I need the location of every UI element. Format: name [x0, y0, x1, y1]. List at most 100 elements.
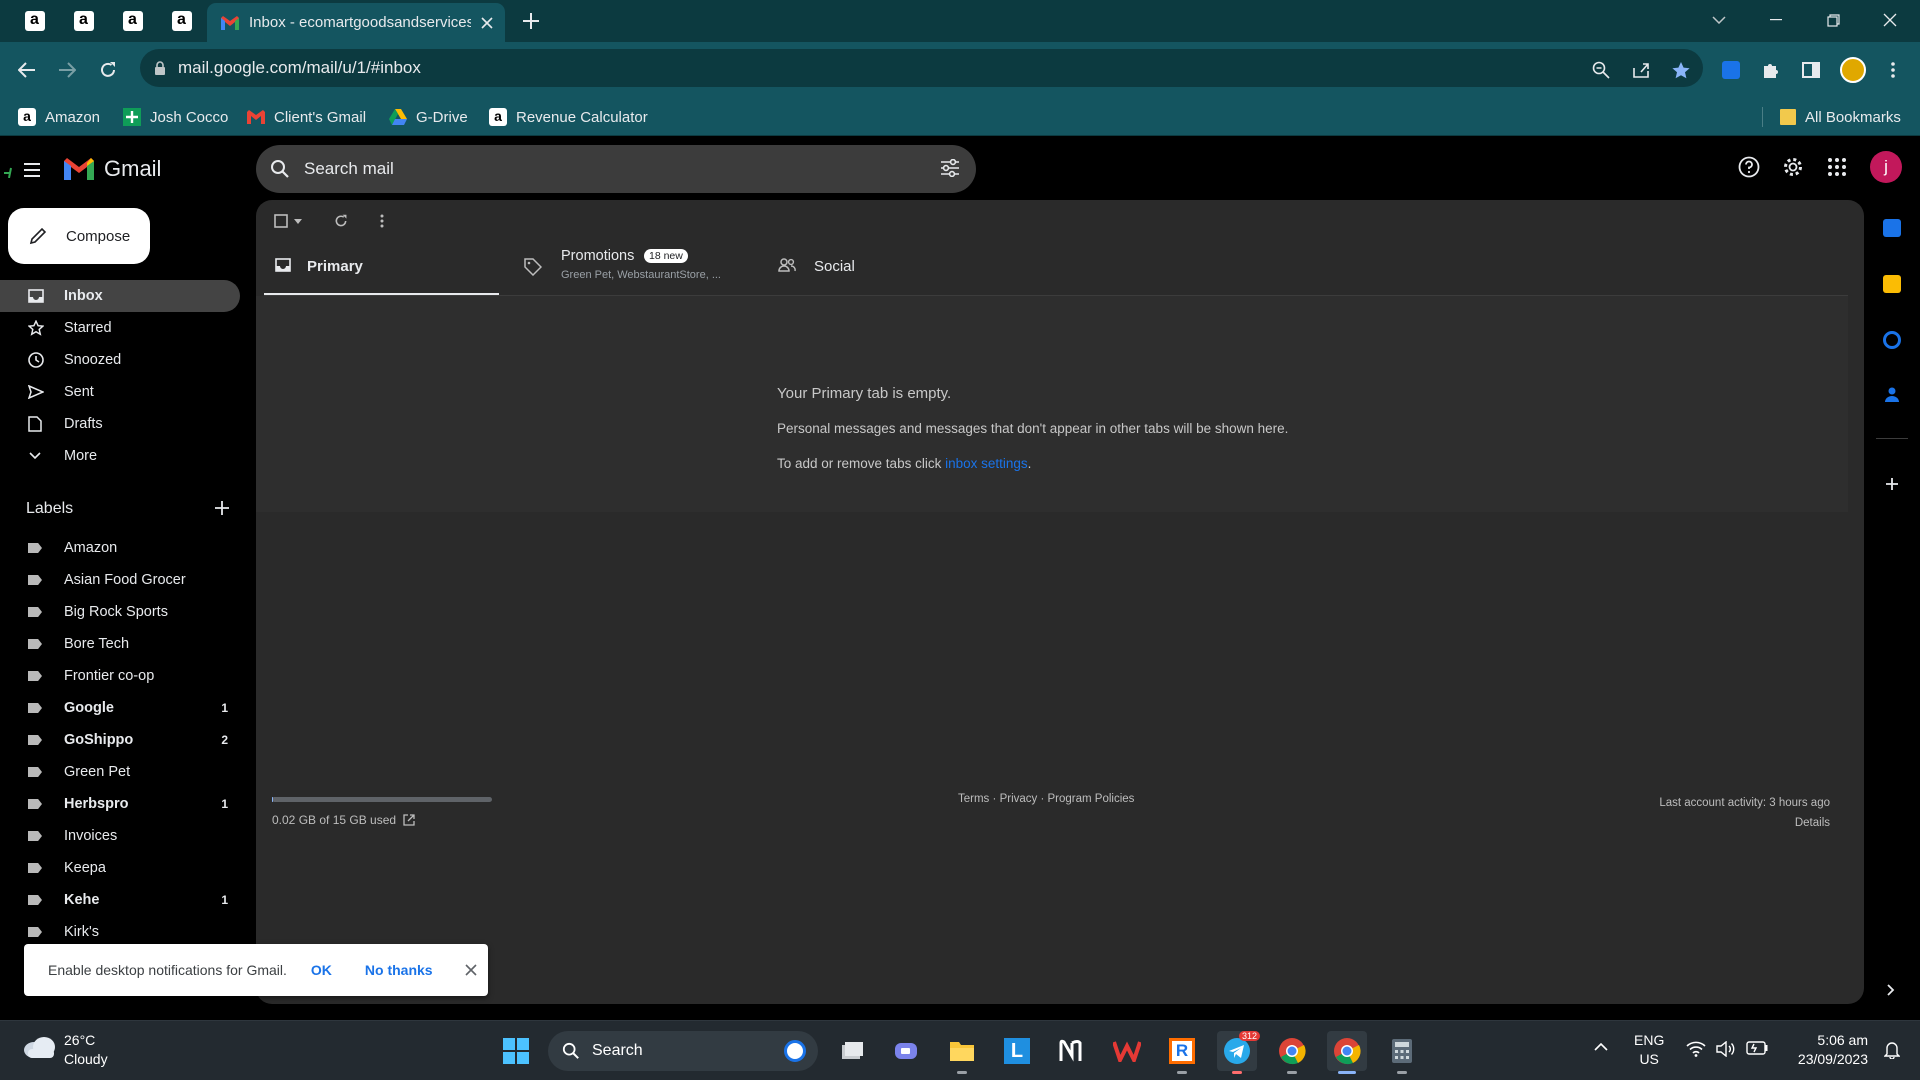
toast-no-thanks-button[interactable]: No thanks	[365, 962, 433, 978]
program-policies-link[interactable]: Program Policies	[1048, 793, 1135, 805]
tab-search-icon[interactable]	[1696, 0, 1742, 40]
apps-grid-icon[interactable]	[1828, 158, 1846, 176]
chrome-profile-2-icon[interactable]	[1327, 1031, 1367, 1074]
wps-office-icon[interactable]	[1107, 1031, 1147, 1071]
sidebar-item-starred[interactable]: Starred	[0, 312, 240, 344]
select-all-checkbox[interactable]	[274, 214, 302, 228]
battery-icon[interactable]	[1746, 1041, 1768, 1055]
back-icon[interactable]	[10, 53, 44, 87]
lock-icon[interactable]	[154, 60, 166, 76]
get-addons-icon[interactable]	[1885, 477, 1899, 491]
gmail-logo[interactable]: Gmail	[64, 156, 161, 182]
file-explorer-icon[interactable]	[942, 1031, 982, 1074]
task-view-icon[interactable]	[832, 1031, 872, 1071]
side-panel-icon[interactable]	[1794, 53, 1828, 87]
calculator-icon[interactable]	[1382, 1031, 1422, 1074]
bookmark-amazon[interactable]: a Amazon	[18, 98, 100, 136]
wifi-icon[interactable]	[1686, 1041, 1706, 1057]
label-item[interactable]: Google 1	[0, 692, 240, 724]
puzzle-extensions-icon[interactable]	[1754, 53, 1788, 87]
label-item[interactable]: Asian Food Grocer	[0, 564, 240, 596]
tab-social[interactable]: Social	[770, 240, 1010, 296]
inbox-settings-link[interactable]: inbox settings	[945, 456, 1028, 471]
search-input[interactable]: Search mail	[304, 159, 394, 179]
tab-primary[interactable]: Primary	[264, 240, 499, 296]
reload-icon[interactable]	[91, 53, 125, 87]
bookmark-g-drive[interactable]: G-Drive	[389, 98, 468, 136]
share-icon[interactable]	[1624, 53, 1658, 87]
label-item[interactable]: Amazon	[0, 532, 240, 564]
open-in-new-icon[interactable]	[403, 814, 415, 826]
show-hidden-icons-icon[interactable]	[1594, 1043, 1608, 1051]
pinned-tab-amazon-1[interactable]: a	[10, 0, 59, 42]
details-link[interactable]: Details	[1659, 813, 1830, 833]
bookmark-clients-gmail[interactable]: Client's Gmail	[247, 98, 366, 136]
sidebar-item-snoozed[interactable]: Snoozed	[0, 344, 240, 376]
contacts-icon[interactable]	[1885, 387, 1899, 403]
restore-icon[interactable]	[1810, 0, 1856, 40]
terms-link[interactable]: Terms	[958, 793, 989, 805]
search-bar[interactable]: Search mail	[256, 145, 976, 193]
volume-icon[interactable]	[1716, 1041, 1736, 1057]
l-app-icon[interactable]: L	[997, 1031, 1037, 1071]
refresh-icon[interactable]	[334, 214, 348, 228]
label-item[interactable]: Frontier co-op	[0, 660, 240, 692]
teams-chat-icon[interactable]	[886, 1031, 926, 1071]
search-options-icon[interactable]	[940, 159, 960, 177]
minimize-icon[interactable]	[1753, 0, 1799, 40]
r-app-icon[interactable]: R	[1162, 1031, 1202, 1074]
label-item[interactable]: Bore Tech	[0, 628, 240, 660]
toast-close-icon[interactable]	[465, 964, 477, 976]
start-button[interactable]	[496, 1031, 536, 1071]
label-item[interactable]: Green Pet	[0, 756, 240, 788]
zoom-icon[interactable]	[1584, 53, 1618, 87]
clock[interactable]: 5:06 am 23/09/2023	[1782, 1031, 1868, 1069]
taskbar-search[interactable]: Search	[548, 1031, 818, 1071]
label-item[interactable]: Invoices	[0, 820, 240, 852]
settings-gear-icon[interactable]	[1782, 156, 1804, 178]
tab-promotions[interactable]: Promotions 18 new Green Pet, Webstaurant…	[516, 240, 756, 296]
address-bar[interactable]: mail.google.com/mail/u/1/#inbox	[140, 49, 1703, 87]
label-item[interactable]: Kehe 1	[0, 884, 240, 916]
weather-widget[interactable]: 26°C Cloudy	[64, 1031, 108, 1069]
calendar-icon[interactable]	[1883, 219, 1901, 237]
notification-bell-icon[interactable]	[1884, 1041, 1900, 1059]
privacy-link[interactable]: Privacy	[1000, 793, 1038, 805]
sidebar-item-more[interactable]: More	[0, 440, 240, 472]
chrome-menu-icon[interactable]	[1876, 53, 1910, 87]
close-window-icon[interactable]	[1867, 0, 1913, 40]
search-icon[interactable]	[270, 159, 290, 179]
label-item[interactable]: GoShippo 2	[0, 724, 240, 756]
forward-icon[interactable]	[50, 53, 84, 87]
pinned-tab-amazon-2[interactable]: a	[59, 0, 108, 42]
profile-avatar-icon[interactable]	[1836, 53, 1870, 87]
toast-ok-button[interactable]: OK	[311, 962, 332, 978]
new-tab-icon[interactable]	[520, 10, 542, 32]
bookmark-revenue-calculator[interactable]: a Revenue Calculator	[489, 98, 648, 136]
chrome-profile-1-icon[interactable]	[1272, 1031, 1312, 1074]
pinned-tab-amazon-3[interactable]: a	[108, 0, 157, 42]
sidebar-item-drafts[interactable]: Drafts	[0, 408, 240, 440]
weather-cloud-icon[interactable]	[22, 1035, 56, 1059]
input-language[interactable]: ENG US	[1634, 1031, 1664, 1069]
expand-panel-icon[interactable]	[1887, 984, 1895, 996]
bookmark-star-icon[interactable]	[1664, 53, 1698, 87]
pinned-tab-amazon-4[interactable]: a	[157, 0, 206, 42]
compose-button[interactable]: Compose	[8, 208, 150, 264]
tasks-icon[interactable]	[1883, 331, 1901, 349]
help-icon[interactable]	[1738, 156, 1760, 178]
keep-icon[interactable]	[1883, 275, 1901, 293]
label-item[interactable]: Keepa	[0, 852, 240, 884]
all-bookmarks-folder[interactable]: All Bookmarks	[1780, 98, 1901, 136]
label-item[interactable]: Big Rock Sports	[0, 596, 240, 628]
sidebar-item-sent[interactable]: Sent	[0, 376, 240, 408]
add-label-icon[interactable]	[214, 500, 230, 516]
bookmark-josh-cocco[interactable]: Josh Cocco	[123, 98, 228, 136]
label-item[interactable]: Herbspro 1	[0, 788, 240, 820]
close-tab-icon[interactable]	[481, 16, 493, 29]
sidebar-item-inbox[interactable]: Inbox	[0, 280, 240, 312]
browser-tab-active[interactable]: Inbox - ecomartgoodsandservices	[207, 3, 505, 42]
telegram-icon[interactable]: 312	[1217, 1031, 1261, 1074]
notion-like-app-icon[interactable]	[1052, 1031, 1092, 1071]
extension-link-icon[interactable]	[1714, 53, 1748, 87]
